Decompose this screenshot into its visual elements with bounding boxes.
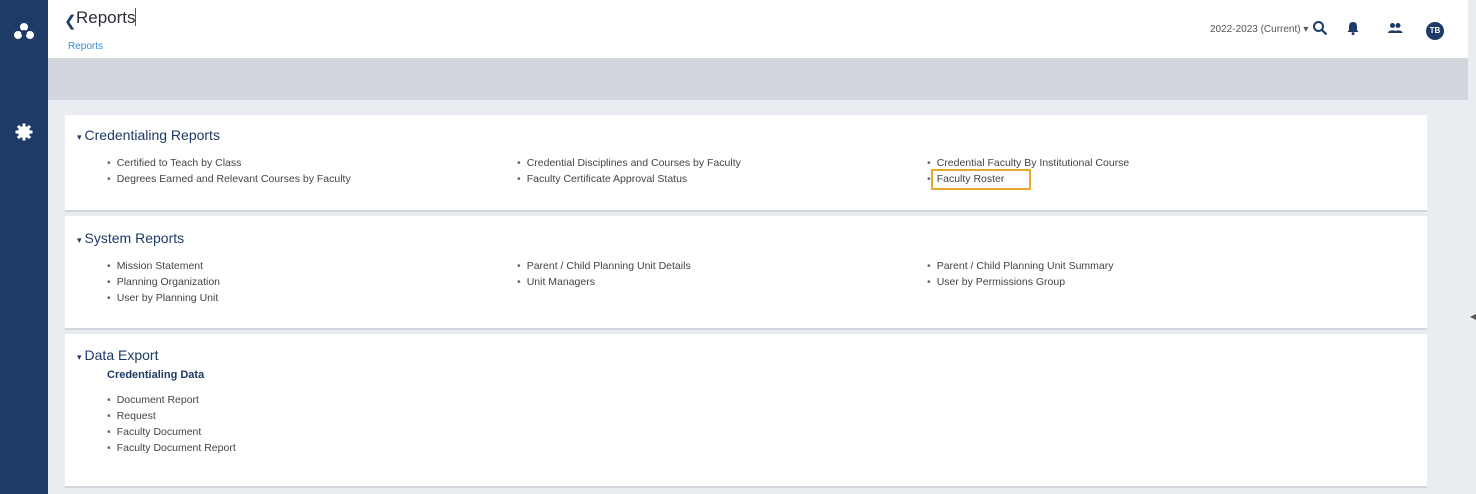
list-item[interactable]: Parent / Child Planning Unit Summary xyxy=(927,258,1114,274)
caret-down-icon: ▾ xyxy=(77,132,82,142)
gear-icon[interactable] xyxy=(15,123,33,141)
list-item[interactable]: Document Report xyxy=(107,392,236,408)
year-select[interactable]: 2022-2023 (Current) ▾ xyxy=(1210,24,1308,35)
report-column: Certified to Teach by Class Degrees Earn… xyxy=(107,155,351,187)
breadcrumb[interactable]: Reports xyxy=(68,41,103,52)
text-cursor xyxy=(135,8,136,26)
scrollbar-handle[interactable]: ◀ xyxy=(1470,312,1476,321)
list-item[interactable]: User by Planning Unit xyxy=(107,290,220,306)
left-nav-rail xyxy=(0,0,48,494)
list-item[interactable]: Degrees Earned and Relevant Courses by F… xyxy=(107,171,351,187)
list-item[interactable]: Unit Managers xyxy=(517,274,691,290)
list-item[interactable]: Certified to Teach by Class xyxy=(107,155,351,171)
section-toggle-data-export[interactable]: ▾ Data Export xyxy=(77,347,158,363)
list-item[interactable]: Parent / Child Planning Unit Details xyxy=(517,258,691,274)
report-column: Credential Disciplines and Courses by Fa… xyxy=(517,155,741,187)
caret-down-icon: ▾ xyxy=(77,235,82,245)
list-item[interactable]: Planning Organization xyxy=(107,274,220,290)
export-list: Document Report Request Faculty Document… xyxy=(107,392,236,456)
system-reports-card: ▾System Reports Mission Statement Planni… xyxy=(65,216,1427,330)
app-logo-icon[interactable] xyxy=(12,20,36,44)
list-item[interactable]: Faculty Document Report xyxy=(107,440,236,456)
list-item[interactable]: Credential Disciplines and Courses by Fa… xyxy=(517,155,741,171)
list-item[interactable]: User by Permissions Group xyxy=(927,274,1114,290)
search-icon[interactable] xyxy=(1312,20,1328,36)
report-column: Parent / Child Planning Unit Details Uni… xyxy=(517,258,691,290)
credentialing-reports-card: ▾Credentialing Reports Certified to Teac… xyxy=(65,115,1427,212)
list-item[interactable]: Mission Statement xyxy=(107,258,220,274)
data-export-card: ▾Data Export Credentialing Data Document… xyxy=(65,334,1427,488)
section-toggle-system[interactable]: ▾ System Reports xyxy=(77,230,184,246)
caret-down-icon: ▾ xyxy=(77,352,82,362)
bell-icon[interactable] xyxy=(1345,20,1361,36)
report-column: Parent / Child Planning Unit Summary Use… xyxy=(927,258,1114,290)
page-title: Reports xyxy=(76,8,136,27)
report-column: Mission Statement Planning Organization … xyxy=(107,258,220,306)
highlight-box xyxy=(931,169,1031,190)
avatar[interactable]: TB xyxy=(1426,22,1444,40)
section-toggle-credentialing[interactable]: ▾ Credentialing Reports xyxy=(77,127,220,143)
subsection-heading: Credentialing Data xyxy=(107,369,205,381)
list-item[interactable]: Faculty Document xyxy=(107,424,236,440)
main-area: ❮ Reports Reports 2022-2023 (Current) ▾ … xyxy=(48,0,1468,494)
users-icon[interactable] xyxy=(1387,20,1403,36)
list-item[interactable]: Faculty Certificate Approval Status xyxy=(517,171,741,187)
top-header: ❮ Reports Reports 2022-2023 (Current) ▾ … xyxy=(48,0,1468,58)
list-item[interactable]: Request xyxy=(107,408,236,424)
back-chevron-icon[interactable]: ❮ xyxy=(64,12,77,30)
toolbar-band xyxy=(48,58,1468,100)
